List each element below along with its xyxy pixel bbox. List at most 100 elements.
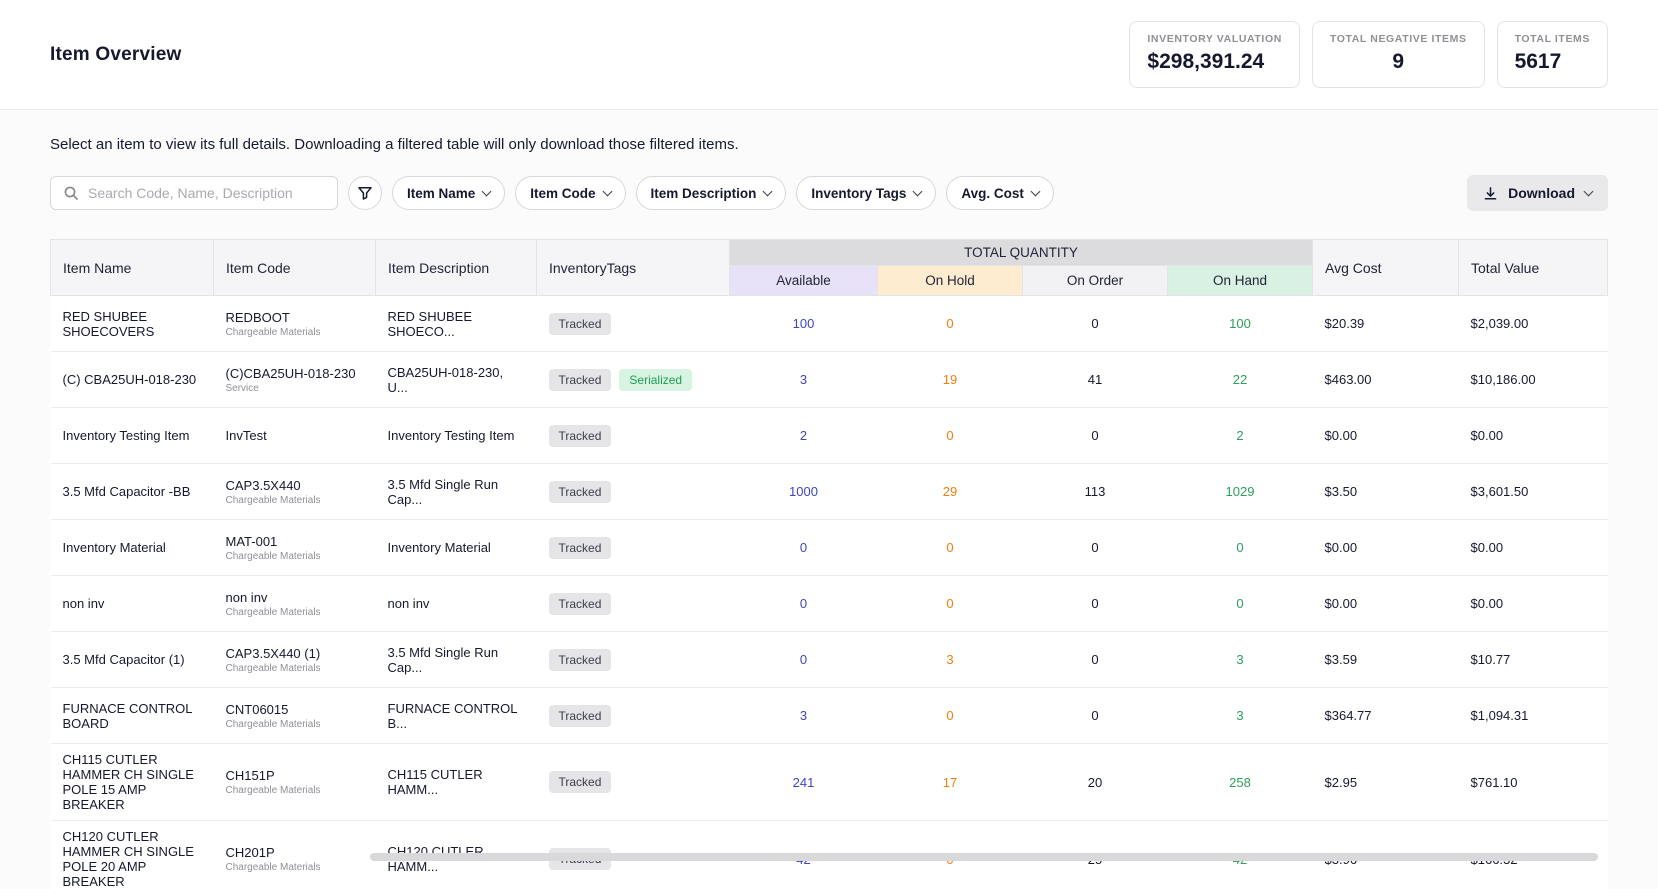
item-name-cell: non inv bbox=[51, 576, 214, 632]
on-order-cell: 20 bbox=[1023, 744, 1168, 821]
tag-tracked: Tracked bbox=[549, 537, 612, 559]
item-code-type: Chargeable Materials bbox=[226, 607, 364, 618]
on-hand-cell: 0 bbox=[1168, 576, 1313, 632]
column-header-available: Available bbox=[730, 266, 878, 296]
item-description-cell: 3.5 Mfd Single Run Cap... bbox=[376, 464, 537, 520]
on-hold-cell: 0 bbox=[878, 520, 1023, 576]
on-hand-cell: 3 bbox=[1168, 632, 1313, 688]
available-cell: 241 bbox=[730, 744, 878, 821]
filter-button[interactable] bbox=[348, 176, 382, 210]
table-row[interactable]: RED SHUBEE SHOECOVERS REDBOOT Chargeable… bbox=[51, 296, 1608, 352]
item-description-cell: Inventory Material bbox=[376, 520, 537, 576]
inventory-tags-cell: Tracked bbox=[537, 464, 730, 520]
item-code: MAT-001 bbox=[226, 534, 364, 549]
table-row[interactable]: 3.5 Mfd Capacitor -BB CAP3.5X440 Chargea… bbox=[51, 464, 1608, 520]
page-title: Item Overview bbox=[50, 44, 181, 66]
item-code-cell: MAT-001 Chargeable Materials bbox=[214, 520, 376, 576]
item-name-cell: 3.5 Mfd Capacitor (1) bbox=[51, 632, 214, 688]
item-description-cell: non inv bbox=[376, 576, 537, 632]
avg-cost-cell: $364.77 bbox=[1313, 688, 1459, 744]
on-order-cell: 113 bbox=[1023, 464, 1168, 520]
tag-tracked: Tracked bbox=[549, 425, 612, 447]
item-code-cell: CH201P Chargeable Materials bbox=[214, 821, 376, 889]
tag-tracked: Tracked bbox=[549, 313, 612, 335]
chevron-down-icon bbox=[1584, 186, 1594, 196]
item-code: non inv bbox=[226, 590, 364, 605]
table-row[interactable]: 3.5 Mfd Capacitor (1) CAP3.5X440 (1) Cha… bbox=[51, 632, 1608, 688]
avg-cost-cell: $3.50 bbox=[1313, 464, 1459, 520]
filter-chip-label: Item Description bbox=[651, 186, 757, 201]
toolbar: Item Name Item Code Item Description Inv… bbox=[50, 175, 1608, 211]
horizontal-scrollbar[interactable] bbox=[370, 853, 1598, 861]
item-code-cell: CAP3.5X440 (1) Chargeable Materials bbox=[214, 632, 376, 688]
search-box[interactable] bbox=[50, 176, 338, 210]
table-row[interactable]: Inventory Material MAT-001 Chargeable Ma… bbox=[51, 520, 1608, 576]
on-order-cell: 0 bbox=[1023, 408, 1168, 464]
on-hold-cell: 19 bbox=[878, 352, 1023, 408]
instruction-text: Select an item to view its full details.… bbox=[50, 136, 1608, 153]
item-name-cell: FURNACE CONTROL BOARD bbox=[51, 688, 214, 744]
download-icon bbox=[1483, 186, 1498, 201]
inventory-tags-cell: Tracked bbox=[537, 520, 730, 576]
filter-chip-item-code[interactable]: Item Code bbox=[515, 176, 625, 210]
total-value-cell: $0.00 bbox=[1459, 408, 1608, 464]
on-hold-cell: 0 bbox=[878, 408, 1023, 464]
item-code-cell: (C)CBA25UH-018-230 Service bbox=[214, 352, 376, 408]
column-header-on-hold: On Hold bbox=[878, 266, 1023, 296]
item-code-type: Chargeable Materials bbox=[226, 495, 364, 506]
filter-chip-avg-cost[interactable]: Avg. Cost bbox=[946, 176, 1054, 210]
filter-chip-item-name[interactable]: Item Name bbox=[392, 176, 505, 210]
table-row[interactable]: CH115 CUTLER HAMMER CH SINGLE POLE 15 AM… bbox=[51, 744, 1608, 821]
table-row[interactable]: non inv non inv Chargeable Materials non… bbox=[51, 576, 1608, 632]
available-cell: 3 bbox=[730, 352, 878, 408]
item-description-cell: CBA25UH-018-230, U... bbox=[376, 352, 537, 408]
filter-chip-inventory-tags[interactable]: Inventory Tags bbox=[796, 176, 936, 210]
table-row[interactable]: FURNACE CONTROL BOARD CNT06015 Chargeabl… bbox=[51, 688, 1608, 744]
page-header: Item Overview INVENTORY VALUATION $298,3… bbox=[0, 0, 1658, 110]
item-code-type: Chargeable Materials bbox=[226, 551, 364, 562]
item-code: CH151P bbox=[226, 768, 364, 783]
item-name-cell: CH120 CUTLER HAMMER CH SINGLE POLE 20 AM… bbox=[51, 821, 214, 889]
column-header-item-description: Item Description bbox=[376, 240, 537, 296]
tag-tracked: Tracked bbox=[549, 369, 612, 391]
table-row[interactable]: Inventory Testing Item InvTest Inventory… bbox=[51, 408, 1608, 464]
inventory-tags-cell: Tracked bbox=[537, 296, 730, 352]
chevron-down-icon bbox=[763, 186, 773, 196]
search-input[interactable] bbox=[88, 185, 325, 201]
filter-chip-label: Inventory Tags bbox=[811, 186, 906, 201]
filter-chip-item-description[interactable]: Item Description bbox=[636, 176, 787, 210]
total-value-cell: $3,601.50 bbox=[1459, 464, 1608, 520]
chevron-down-icon bbox=[602, 186, 612, 196]
column-header-item-code: Item Code bbox=[214, 240, 376, 296]
inventory-tags-cell: TrackedSerialized bbox=[537, 352, 730, 408]
column-header-item-name: Item Name bbox=[51, 240, 214, 296]
on-hand-cell: 258 bbox=[1168, 744, 1313, 821]
avg-cost-cell: $463.00 bbox=[1313, 352, 1459, 408]
item-name-cell: (C) CBA25UH-018-230 bbox=[51, 352, 214, 408]
table-row[interactable]: (C) CBA25UH-018-230 (C)CBA25UH-018-230 S… bbox=[51, 352, 1608, 408]
column-header-on-hand: On Hand bbox=[1168, 266, 1313, 296]
on-order-cell: 41 bbox=[1023, 352, 1168, 408]
available-cell: 2 bbox=[730, 408, 878, 464]
filter-funnel-icon bbox=[357, 185, 373, 201]
stat-value: 5617 bbox=[1515, 50, 1590, 74]
total-value-cell: $0.00 bbox=[1459, 576, 1608, 632]
item-code: CNT06015 bbox=[226, 702, 364, 717]
on-order-cell: 0 bbox=[1023, 688, 1168, 744]
column-header-inventory-tags: InventoryTags bbox=[537, 240, 730, 296]
item-code-type: Chargeable Materials bbox=[226, 785, 364, 796]
item-description-cell: Inventory Testing Item bbox=[376, 408, 537, 464]
available-cell: 3 bbox=[730, 688, 878, 744]
column-header-on-order: On Order bbox=[1023, 266, 1168, 296]
item-name-cell: 3.5 Mfd Capacitor -BB bbox=[51, 464, 214, 520]
tag-tracked: Tracked bbox=[549, 481, 612, 503]
column-header-total-value: Total Value bbox=[1459, 240, 1608, 296]
total-value-cell: $1,094.31 bbox=[1459, 688, 1608, 744]
column-header-avg-cost: Avg Cost bbox=[1313, 240, 1459, 296]
item-name-cell: Inventory Material bbox=[51, 520, 214, 576]
avg-cost-cell: $0.00 bbox=[1313, 576, 1459, 632]
download-button[interactable]: Download bbox=[1467, 175, 1608, 211]
avg-cost-cell: $0.00 bbox=[1313, 408, 1459, 464]
stat-card-total-negative-items: TOTAL NEGATIVE ITEMS 9 bbox=[1312, 21, 1485, 88]
stat-card-total-items: TOTAL ITEMS 5617 bbox=[1497, 21, 1608, 88]
